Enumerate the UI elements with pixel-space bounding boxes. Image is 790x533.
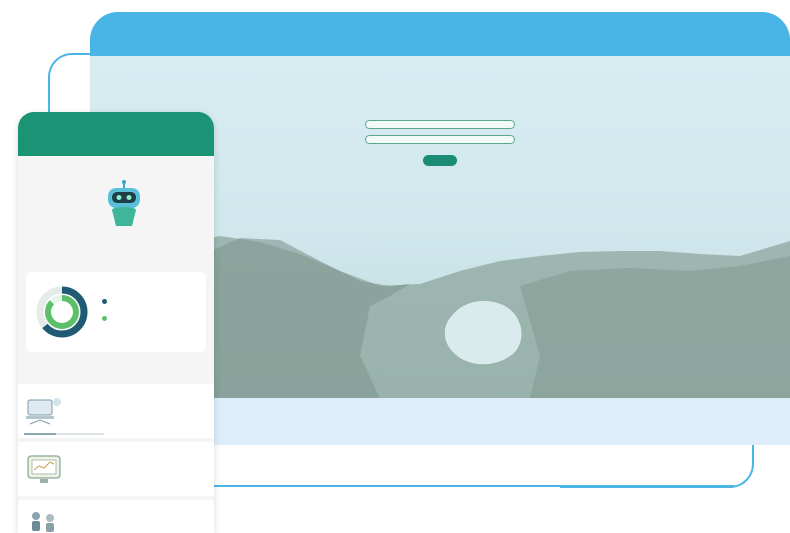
course-card[interactable] bbox=[18, 442, 214, 496]
legend-dot bbox=[102, 299, 107, 305]
status-bar bbox=[28, 117, 204, 127]
legend-item bbox=[102, 316, 111, 322]
username-input[interactable] bbox=[365, 120, 515, 129]
course-card[interactable] bbox=[18, 500, 214, 533]
login-button[interactable] bbox=[423, 155, 457, 166]
course-card[interactable] bbox=[18, 384, 214, 438]
people-illustration-icon bbox=[32, 512, 54, 532]
laptop-illustration-icon bbox=[26, 398, 61, 425]
course-progress-fill bbox=[24, 433, 56, 435]
hero-section bbox=[18, 156, 214, 236]
legend-item bbox=[102, 299, 111, 305]
screen-chart-illustration-icon bbox=[27, 455, 61, 483]
legend-dot bbox=[102, 316, 107, 322]
progress-card bbox=[26, 272, 206, 352]
course-progress-track bbox=[24, 433, 104, 435]
donut-ring-inner bbox=[45, 295, 79, 329]
phone-header bbox=[18, 112, 214, 156]
robot-mascot-icon bbox=[108, 180, 140, 226]
mobile-phone bbox=[18, 112, 214, 533]
progress-donut-chart bbox=[36, 286, 88, 338]
login-form bbox=[360, 114, 520, 171]
password-input[interactable] bbox=[365, 135, 515, 144]
desktop-top-bar bbox=[90, 12, 790, 56]
decorative-outline-line bbox=[214, 485, 734, 487]
